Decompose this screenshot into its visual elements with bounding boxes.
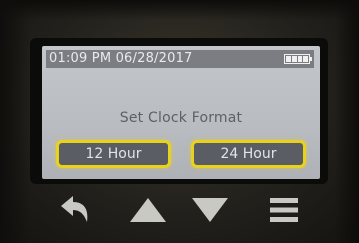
screen-title: Set Clock Format (119, 110, 243, 126)
lcd-screen: 01:09 PM 06/28/2017 Set Clock Format 12 … (42, 46, 320, 179)
up-button[interactable] (122, 188, 174, 232)
back-button[interactable] (50, 188, 102, 232)
menu-icon (270, 198, 298, 222)
hardware-button-row (0, 188, 359, 243)
down-arrow-icon (192, 198, 228, 222)
device-top-shadow (0, 0, 359, 20)
device-panel: 01:09 PM 06/28/2017 Set Clock Format 12 … (0, 0, 359, 243)
back-arrow-icon (61, 196, 88, 222)
status-bar: 01:09 PM 06/28/2017 (46, 50, 314, 68)
clock-format-12-hour-option[interactable]: 12 Hour (56, 140, 171, 168)
battery-full-icon (284, 54, 312, 64)
menu-button[interactable] (258, 188, 310, 232)
up-arrow-icon (130, 198, 166, 222)
clock-format-24-hour-option[interactable]: 24 Hour (191, 140, 306, 168)
datetime-readout: 01:09 PM 06/28/2017 (49, 51, 193, 66)
down-button[interactable] (184, 188, 236, 232)
